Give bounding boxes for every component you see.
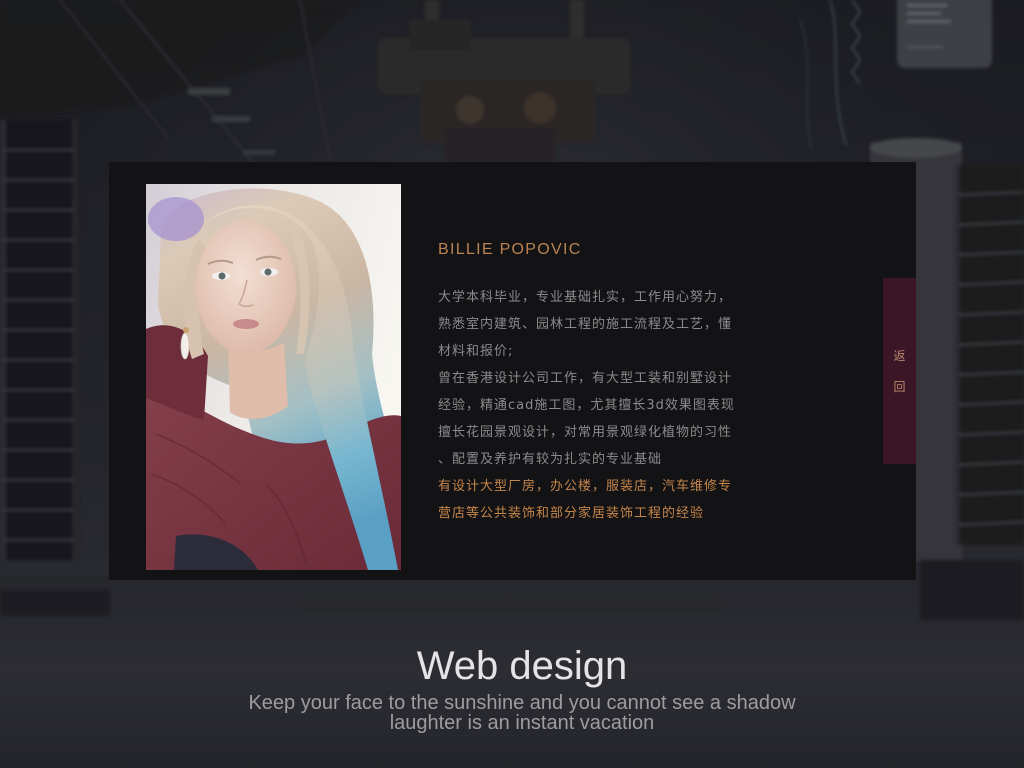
footer-section: Web design Keep your face to the sunshin… [20, 643, 1024, 733]
tagline-line: laughter is an instant vacation [389, 712, 655, 734]
tagline-line: Keep your face to the sunshine and you c… [248, 692, 796, 714]
back-button[interactable]: 返 回 [883, 278, 916, 464]
photo-hair-tint [148, 197, 204, 241]
right-shelving [955, 165, 1024, 545]
photo-iris-right [264, 268, 272, 276]
profile-photo [146, 184, 401, 570]
background-card [897, 0, 992, 68]
bio-line: 材料和报价; [438, 344, 514, 359]
left-shelving [0, 120, 78, 560]
bio-highlight-line: 有设计大型厂房，办公楼，服装店，汽车维修专 [438, 479, 733, 494]
photo-earring [180, 332, 190, 360]
bio-highlight-line: 营店等公共装饰和部分家居装饰工程的经验 [438, 506, 705, 521]
photo-earring-stud [183, 327, 189, 333]
page: BILLIE POPOVIC 大学本科毕业，专业基础扎实，工作用心努力， 熟悉室… [0, 0, 1024, 768]
profile-name: BILLIE POPOVIC [438, 241, 582, 258]
profile-card: BILLIE POPOVIC 大学本科毕业，专业基础扎实，工作用心努力， 熟悉室… [109, 162, 916, 580]
profile-bio: 大学本科毕业，专业基础扎实，工作用心努力， 熟悉室内建筑、园林工程的施工流程及工… [438, 284, 735, 527]
photo-neck [228, 342, 288, 419]
photo-iris-left [218, 272, 226, 280]
bio-line: 大学本科毕业，专业基础扎实，工作用心努力， [438, 290, 733, 305]
section-tagline: Keep your face to the sunshine and you c… [20, 693, 1024, 733]
back-button-label-char: 返 [893, 349, 906, 363]
section-title: Web design [416, 644, 628, 688]
bio-line: 经验，精通cad施工图，尤其擅长3d效果图表现 [438, 398, 735, 413]
bio-line: 、配置及养护有较为扎实的专业基础 [438, 452, 663, 467]
bio-line: 擅长花园景观设计，对常用景观绿化植物的习性 [438, 425, 733, 440]
bio-line: 熟悉室内建筑、园林工程的施工流程及工艺，懂 [438, 317, 733, 332]
photo-lips [233, 319, 259, 329]
bio-line: 曾在香港设计公司工作，有大型工装和别墅设计 [438, 371, 733, 386]
back-button-label-char: 回 [893, 380, 906, 394]
